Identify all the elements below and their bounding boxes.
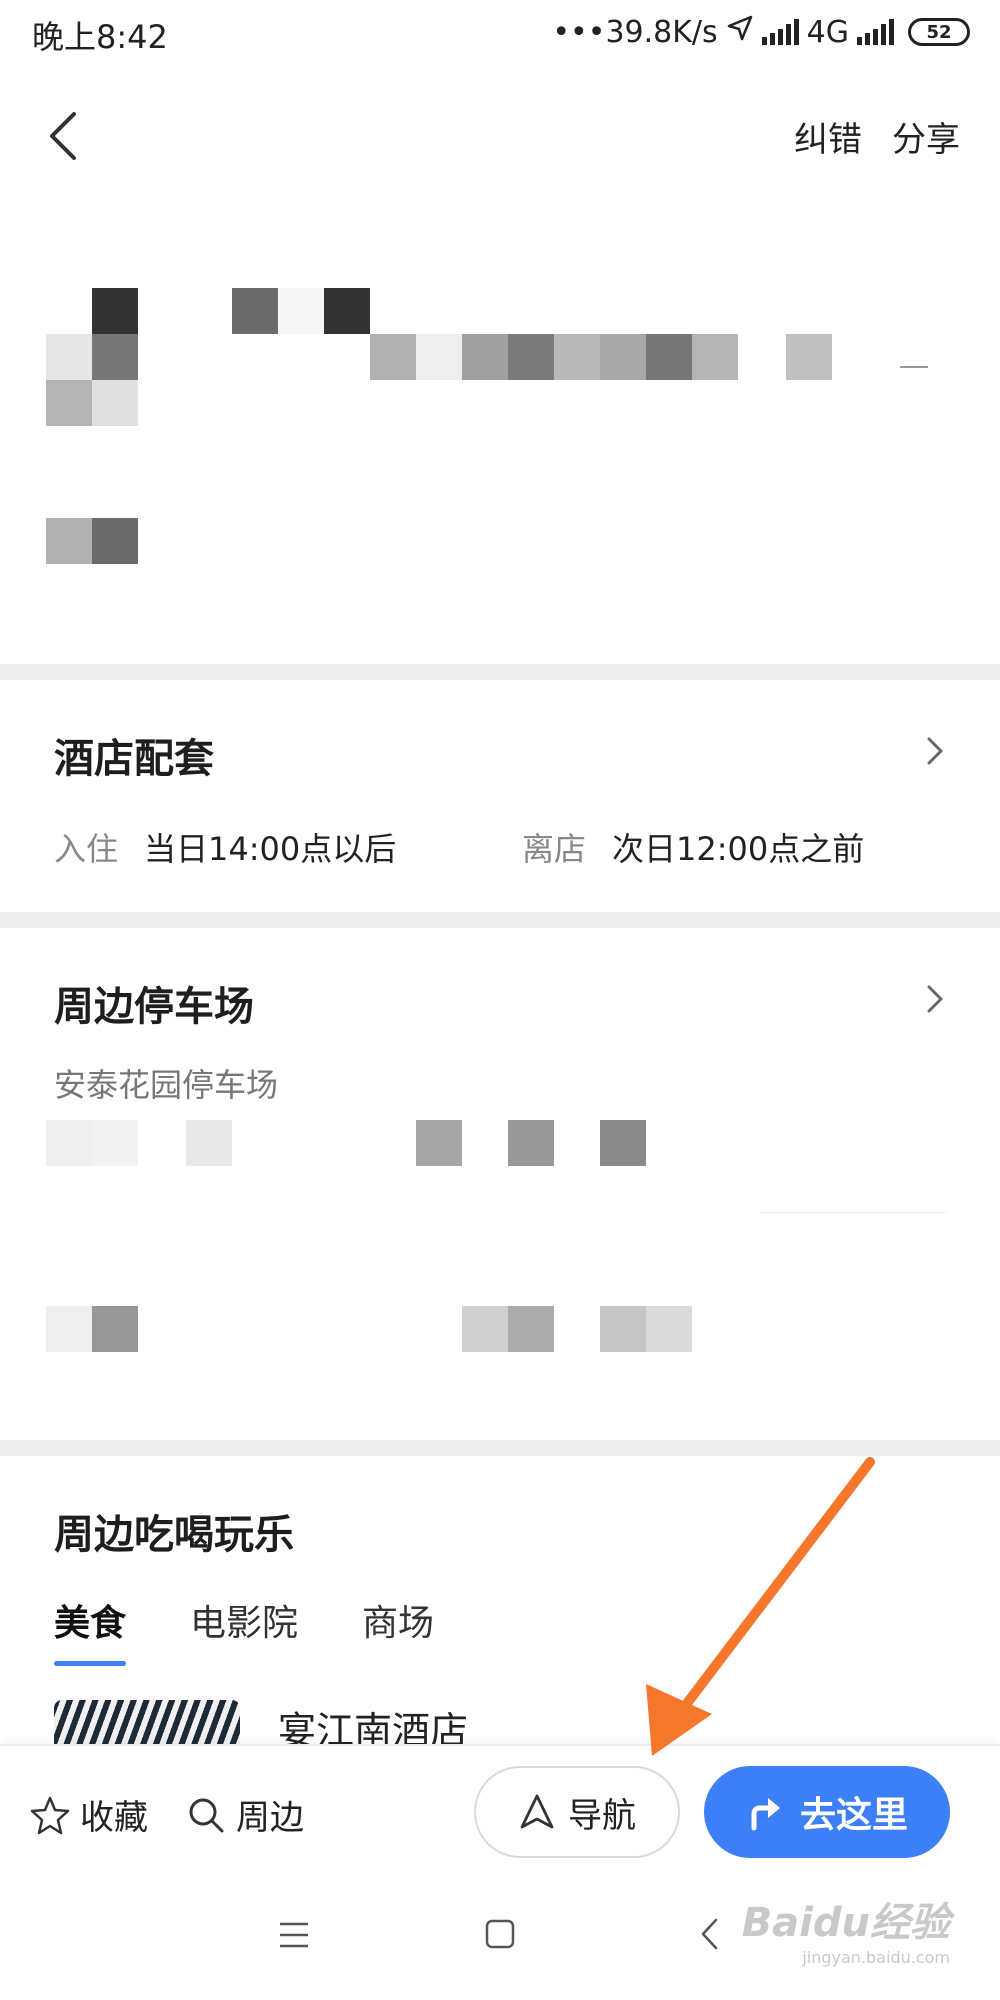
tab-food[interactable]: 美食 bbox=[54, 1594, 127, 1666]
category-tabs: 美食 电影院 商场 bbox=[54, 1594, 434, 1666]
favorite-button[interactable]: 收藏 bbox=[30, 1790, 148, 1839]
navigate-button[interactable]: 导航 bbox=[474, 1766, 680, 1858]
navigate-label: 导航 bbox=[568, 1795, 636, 1836]
header: 纠错 分享 bbox=[0, 64, 1000, 204]
nearby-label: 周边 bbox=[236, 1798, 304, 1838]
home-icon[interactable] bbox=[484, 1918, 516, 1954]
back-button[interactable] bbox=[40, 108, 84, 164]
nearby-button[interactable]: 周边 bbox=[186, 1790, 304, 1839]
section-title: 周边吃喝玩乐 bbox=[54, 1512, 294, 1558]
watermark-main: Baidu经验 bbox=[741, 1900, 950, 1946]
status-time: 晚上8:42 bbox=[32, 18, 168, 56]
section-divider bbox=[0, 664, 1000, 680]
parking-lot-name[interactable]: 安泰花园停车场 bbox=[54, 1060, 278, 1106]
network-type: 4G bbox=[806, 14, 849, 50]
status-bar: 晚上8:42 •••39.8K/s 4G 52 bbox=[0, 0, 1000, 64]
menu-icon[interactable] bbox=[278, 1920, 310, 1954]
section-divider bbox=[0, 1440, 1000, 1456]
checkout-label: 离店 bbox=[522, 830, 587, 868]
section-title: 酒店配套 bbox=[54, 736, 214, 782]
bottom-action-bar: 收藏 周边 导航 去这里 bbox=[0, 1744, 1000, 1882]
checkin-value: 当日14:00点以后 bbox=[144, 830, 397, 868]
section-title: 周边停车场 bbox=[54, 984, 254, 1030]
tab-cinema[interactable]: 电影院 bbox=[190, 1594, 298, 1666]
watermark: Baidu经验 jingyan.baidu.com bbox=[742, 1890, 950, 1967]
redacted-hotel-info bbox=[0, 204, 1000, 664]
report-error-button[interactable]: 纠错 bbox=[794, 112, 862, 161]
checkin-label: 入住 bbox=[54, 830, 119, 868]
share-button[interactable]: 分享 bbox=[892, 112, 960, 161]
back-nav-icon[interactable] bbox=[698, 1916, 722, 1956]
search-icon bbox=[189, 1798, 224, 1832]
chevron-right-icon bbox=[922, 982, 948, 1016]
chevron-left-icon bbox=[50, 112, 76, 160]
signal-icon bbox=[857, 19, 894, 45]
watermark-sub: jingyan.baidu.com bbox=[802, 1948, 950, 1967]
network-speed: •••39.8K/s bbox=[552, 14, 718, 50]
checkout-value: 次日12:00点之前 bbox=[612, 830, 865, 868]
navigation-arrow-icon bbox=[520, 1794, 554, 1829]
status-indicators: •••39.8K/s 4G 52 bbox=[552, 12, 970, 52]
location-icon bbox=[726, 14, 754, 50]
section-divider bbox=[0, 912, 1000, 928]
favorite-label: 收藏 bbox=[80, 1798, 148, 1838]
tab-mall[interactable]: 商场 bbox=[362, 1594, 434, 1666]
turn-right-arrow-icon bbox=[751, 1798, 780, 1831]
header-actions: 纠错 分享 bbox=[794, 112, 960, 161]
go-here-button[interactable]: 去这里 bbox=[704, 1766, 950, 1858]
signal-icon bbox=[761, 19, 799, 45]
battery-icon: 52 bbox=[908, 18, 970, 46]
go-here-label: 去这里 bbox=[799, 1795, 908, 1836]
chevron-right-icon bbox=[922, 734, 948, 768]
star-icon bbox=[30, 1796, 70, 1834]
place-thumbnail[interactable] bbox=[54, 1700, 240, 1744]
